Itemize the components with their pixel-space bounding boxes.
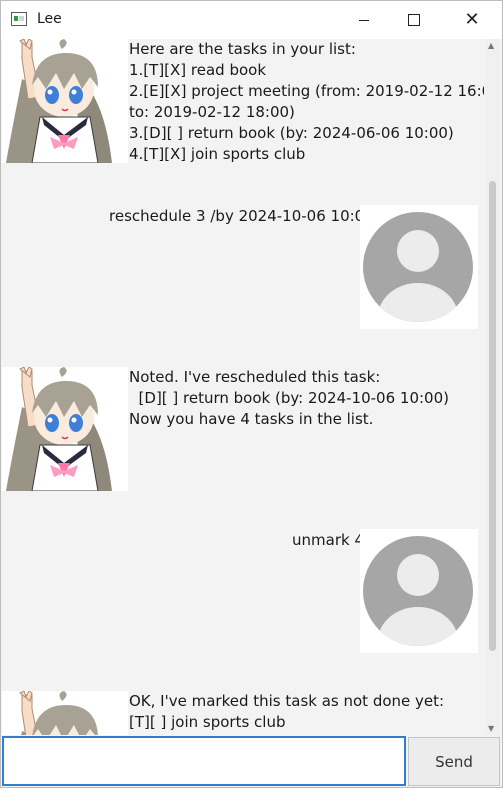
bot-avatar — [2, 367, 128, 491]
bot-message-text: Here are the tasks in your list: 1.[T][X]… — [129, 39, 484, 165]
message-line: [D][ ] return book (by: 2024-10-06 10:00… — [129, 389, 449, 407]
minimize-button[interactable] — [341, 1, 387, 39]
message-input[interactable] — [4, 738, 404, 784]
message-input-box[interactable] — [2, 736, 406, 786]
vertical-scrollbar[interactable]: ▲ ▼ — [485, 39, 500, 735]
app-window: Lee ✕ Here are the tasks in your list: 1.… — [0, 0, 503, 788]
maximize-button[interactable] — [391, 1, 437, 39]
message-line: to: 2019-02-12 18:00) — [129, 103, 295, 121]
user-message-text: unmark 4 — [292, 531, 364, 549]
message-line: Here are the tasks in your list: — [129, 40, 356, 58]
message-line: OK, I've marked this task as not done ye… — [129, 692, 445, 710]
chat-scroll-pane[interactable]: Here are the tasks in your list: 1.[T][X]… — [2, 39, 484, 735]
minimize-icon — [359, 19, 369, 21]
scroll-down-icon[interactable]: ▼ — [488, 724, 494, 733]
user-message-text: reschedule 3 /by 2024-10-06 10:00 — [109, 207, 374, 225]
maximize-icon — [408, 14, 420, 26]
message-line: 2.[E][X] project meeting (from: 2019-02-… — [129, 82, 484, 100]
close-icon: ✕ — [464, 9, 480, 30]
user-avatar — [360, 205, 478, 329]
title-bar[interactable]: Lee ✕ — [1, 1, 502, 39]
scroll-up-icon[interactable]: ▲ — [488, 41, 494, 50]
scrollbar-thumb[interactable] — [489, 181, 496, 651]
message-line: 4.[T][X] join sports club — [129, 145, 306, 163]
message-line: Noted. I've rescheduled this task: — [129, 368, 381, 386]
message-line: Now you have 4 tasks in the list. — [129, 410, 374, 428]
bot-message-text: OK, I've marked this task as not done ye… — [129, 691, 444, 733]
send-button[interactable]: Send — [408, 737, 500, 786]
message-line: [T][ ] join sports club — [129, 713, 286, 731]
user-avatar — [360, 529, 478, 653]
window-title: Lee — [37, 11, 62, 27]
bot-avatar — [2, 691, 128, 735]
message-line: 1.[T][X] read book — [129, 61, 267, 79]
bot-message-text: Noted. I've rescheduled this task: [D][ … — [129, 367, 449, 430]
message-line: 3.[D][ ] return book (by: 2024-06-06 10:… — [129, 124, 454, 142]
close-button[interactable]: ✕ — [449, 1, 495, 39]
app-icon — [11, 12, 27, 26]
bot-avatar — [2, 39, 128, 163]
